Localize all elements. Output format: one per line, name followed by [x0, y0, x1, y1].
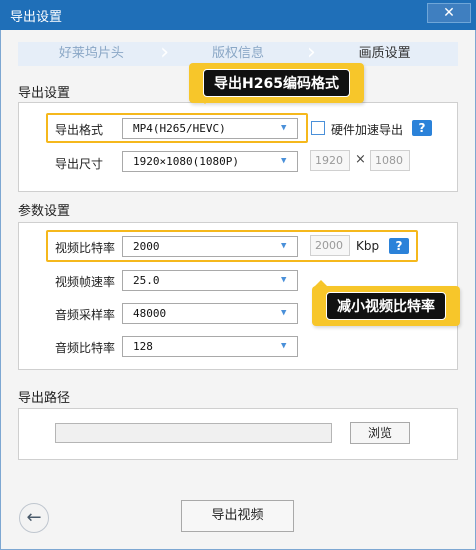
bitrate-input: 2000	[310, 235, 350, 256]
hw-accel-label: 硬件加速导出	[331, 123, 404, 137]
audio-bitrate-value: 128	[133, 340, 153, 353]
chevron-down-icon: ▼	[281, 341, 287, 351]
audio-rate-select[interactable]: 48000 ▼	[122, 303, 298, 324]
step-copyright-label: 版权信息	[212, 46, 265, 61]
callout-tail	[198, 97, 212, 104]
size-select-value: 1920×1080(1080P)	[133, 155, 239, 168]
times-sign: ×	[355, 152, 366, 167]
back-button[interactable]: ←	[19, 503, 49, 533]
video-fps-select[interactable]: 25.0 ▼	[122, 270, 298, 291]
hw-accel-checkbox[interactable]	[311, 121, 325, 135]
step-intro[interactable]: 好莱坞片头 ›	[18, 42, 169, 66]
help-icon[interactable]: ?	[389, 238, 409, 254]
bitrate-unit: Kbp	[356, 239, 380, 253]
video-bitrate-value: 2000	[133, 240, 160, 253]
close-button[interactable]: ✕	[427, 3, 471, 23]
format-label: 导出格式	[55, 123, 104, 137]
window-title: 导出设置	[10, 10, 63, 25]
bitrate-callout-text: 减小视频比特率	[326, 292, 446, 320]
size-label: 导出尺寸	[55, 157, 104, 171]
audio-bitrate-select[interactable]: 128 ▼	[122, 336, 298, 357]
export-settings-title: 导出设置	[18, 86, 71, 101]
export-path-input[interactable]	[55, 423, 332, 443]
video-fps-label: 视频帧速率	[55, 275, 116, 289]
chevron-down-icon: ▼	[281, 308, 287, 318]
video-bitrate-label: 视频比特率	[55, 241, 116, 255]
export-path-title: 导出路径	[18, 391, 71, 406]
chevron-down-icon: ▼	[281, 156, 287, 166]
close-icon: ✕	[443, 5, 455, 21]
audio-rate-value: 48000	[133, 307, 167, 320]
export-video-button[interactable]: 导出视频	[181, 500, 294, 532]
audio-rate-label: 音频采样率	[55, 308, 116, 322]
format-select-value: MP4(H265/HEVC)	[133, 122, 226, 135]
video-fps-value: 25.0	[133, 274, 160, 287]
chevron-down-icon: ▼	[281, 275, 287, 285]
h265-callout-text: 导出H265编码格式	[203, 69, 350, 97]
browse-button[interactable]: 浏览	[350, 422, 410, 444]
step-intro-label: 好莱坞片头	[58, 46, 124, 61]
audio-bitrate-label: 音频比特率	[55, 341, 116, 355]
h265-callout: 导出H265编码格式	[189, 63, 364, 103]
format-select[interactable]: MP4(H265/HEVC) ▼	[122, 118, 298, 139]
video-bitrate-select[interactable]: 2000 ▼	[122, 236, 298, 257]
chevron-down-icon: ▼	[281, 241, 287, 251]
param-settings-title: 参数设置	[18, 204, 71, 219]
bitrate-callout: 减小视频比特率	[312, 286, 460, 326]
step-quality-label: 画质设置	[358, 46, 411, 61]
title-bar: 导出设置 ✕	[0, 0, 476, 30]
help-icon[interactable]: ?	[412, 120, 432, 136]
custom-width-input: 1920	[310, 150, 350, 171]
chevron-down-icon: ▼	[281, 123, 287, 133]
custom-height-input: 1080	[370, 150, 410, 171]
size-select[interactable]: 1920×1080(1080P) ▼	[122, 151, 298, 172]
back-arrow-icon: ←	[26, 507, 42, 528]
